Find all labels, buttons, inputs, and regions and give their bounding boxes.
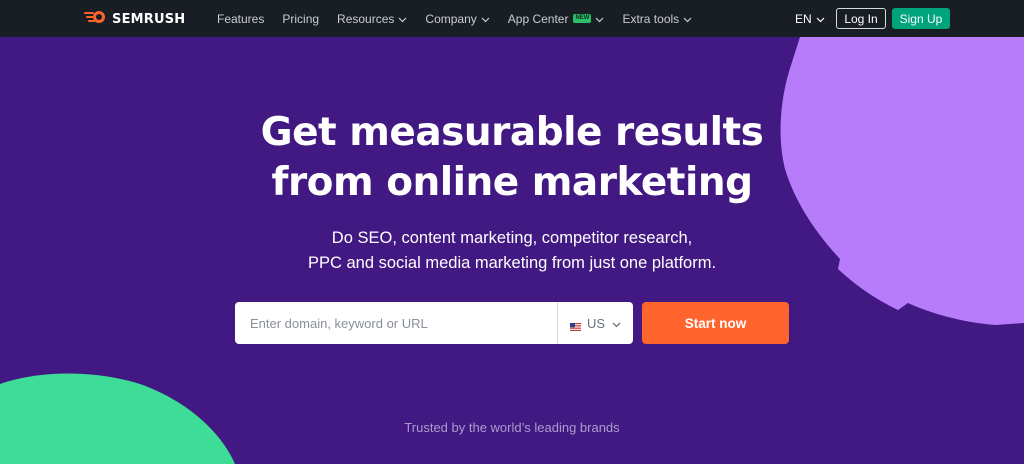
main-menu: Features Pricing Resources Company App C… [217, 0, 710, 37]
hero-title: Get measurable results from online marke… [212, 108, 812, 208]
chevron-down-icon [816, 12, 825, 26]
hero-title-line-2: from online marketing [271, 160, 753, 205]
us-flag-icon [570, 319, 581, 331]
chevron-down-icon [398, 12, 407, 26]
brand-name: SEMRUSH [112, 11, 186, 27]
signup-button[interactable]: Sign Up [892, 8, 950, 29]
nav-item-label: Extra tools [622, 11, 680, 26]
nav-item-resources[interactable]: Resources [337, 12, 407, 26]
nav-item-extra-tools[interactable]: Extra tools [622, 12, 692, 26]
chevron-down-icon [683, 12, 692, 26]
domain-search-input[interactable] [235, 302, 558, 344]
nav-item-label: Company [425, 11, 477, 26]
decorative-purple-shape [780, 37, 1024, 325]
hero-subtitle-line-1: Do SEO, content marketing, competitor re… [331, 229, 693, 247]
country-label: US [587, 315, 606, 331]
country-selector[interactable]: US [558, 302, 621, 344]
nav-item-app-center[interactable]: App Center NEW [508, 12, 605, 26]
nav-item-label: App Center [507, 11, 569, 26]
trusted-by-text: Trusted by the world’s leading brands [404, 420, 620, 435]
nav-item-label: Pricing [282, 11, 320, 26]
hero-title-line-1: Get measurable results [260, 110, 764, 155]
chevron-down-icon [481, 12, 490, 26]
semrush-logo[interactable]: SEMRUSH [84, 10, 185, 28]
nav-item-features[interactable]: Features [217, 12, 264, 26]
decorative-green-shape [0, 372, 240, 464]
semrush-flame-icon [84, 10, 108, 29]
login-button[interactable]: Log In [836, 8, 886, 29]
nav-item-label: Resources [337, 11, 395, 26]
new-badge: NEW [573, 14, 592, 23]
hero-subtitle: Do SEO, content marketing, competitor re… [262, 226, 762, 276]
chevron-down-icon [595, 12, 604, 26]
language-selector[interactable]: EN [795, 0, 825, 37]
nav-item-pricing[interactable]: Pricing [282, 12, 319, 26]
hero-subtitle-line-2: PPC and social media marketing from just… [307, 254, 717, 272]
start-now-button[interactable]: Start now [642, 302, 789, 344]
search-box: US [235, 302, 633, 344]
chevron-down-icon [612, 316, 621, 331]
nav-item-label: Features [217, 11, 265, 26]
language-label: EN [795, 11, 812, 26]
top-navigation-bar: SEMRUSH Features Pricing Resources Compa… [0, 0, 1024, 37]
nav-item-company[interactable]: Company [425, 11, 490, 26]
